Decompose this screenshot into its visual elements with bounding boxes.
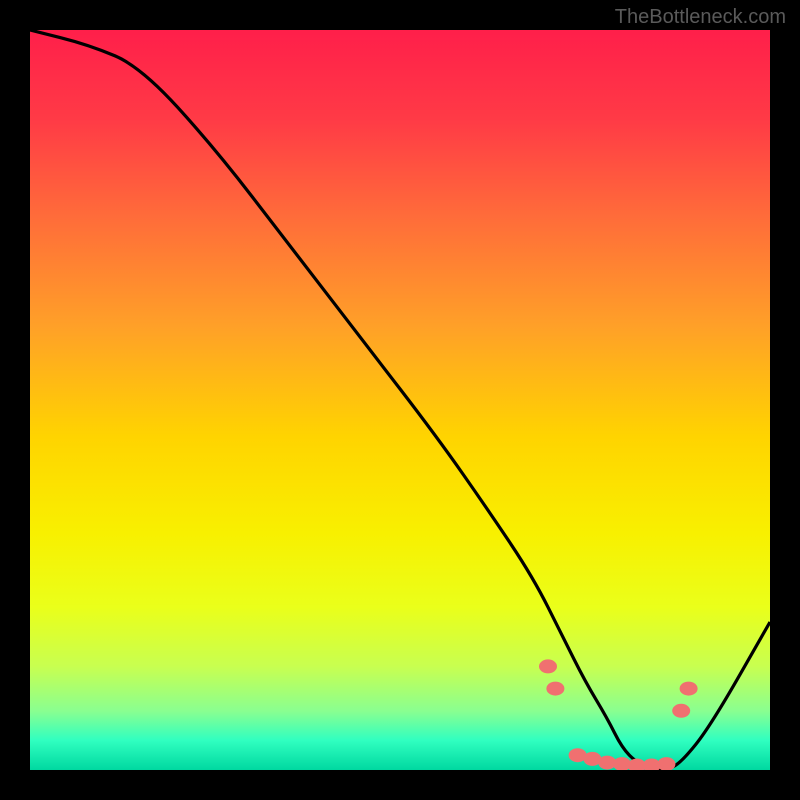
- marker-point: [546, 682, 564, 696]
- curve-layer: [30, 30, 770, 770]
- marker-point: [539, 659, 557, 673]
- marker-point: [672, 704, 690, 718]
- highlight-markers: [539, 659, 698, 770]
- watermark-text: TheBottleneck.com: [615, 6, 786, 29]
- plot-area: [30, 30, 770, 770]
- marker-point: [680, 682, 698, 696]
- marker-point: [657, 757, 675, 770]
- bottleneck-curve: [30, 30, 770, 770]
